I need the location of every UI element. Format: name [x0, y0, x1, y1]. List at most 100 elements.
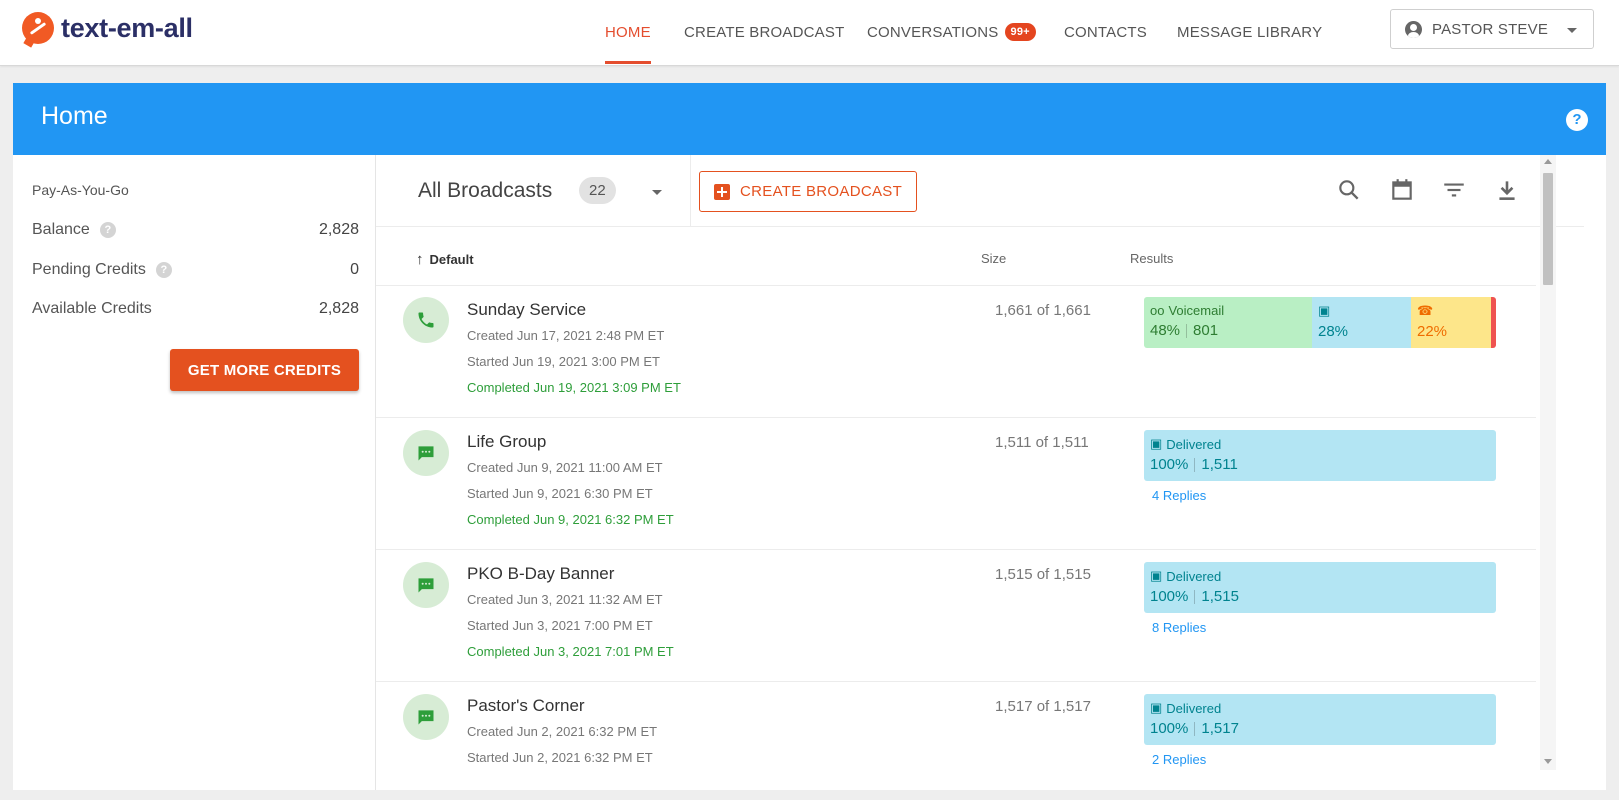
sort-label: Default: [429, 252, 474, 267]
nav-home[interactable]: HOME: [605, 0, 651, 64]
nav-message-library-label: MESSAGE LIBRARY: [1177, 23, 1323, 41]
missed-call-icon: ☎: [1417, 303, 1434, 318]
search-icon[interactable]: [1336, 177, 1362, 203]
broadcast-created: Created Jun 3, 2021 11:32 AM ET: [467, 592, 663, 607]
pending-credits-row: Pending Credits? 0: [32, 261, 359, 279]
message-icon: [403, 562, 449, 608]
broadcast-size: 1,661 of 1,661: [995, 302, 1091, 319]
delivered-segment[interactable]: ▣ Delivered 100% 1,511: [1144, 430, 1496, 481]
replies-link[interactable]: 2 Replies: [1152, 752, 1206, 767]
balance-label: Balance: [32, 221, 90, 238]
voicemail-count: 801: [1193, 322, 1219, 339]
plus-box-icon: [714, 183, 730, 200]
plan-name: Pay-As-You-Go: [32, 182, 129, 198]
delivered-segment[interactable]: ▣ Delivered 100% 1,517: [1144, 694, 1496, 745]
balance-row: Balance? 2,828: [32, 221, 359, 239]
delivered-count: 1,515: [1201, 588, 1239, 605]
broadcast-row[interactable]: Pastor's Corner Created Jun 2, 2021 6:32…: [376, 681, 1536, 790]
message-icon: [403, 430, 449, 476]
replies-link[interactable]: 4 Replies: [1152, 488, 1206, 503]
phone-icon: [403, 297, 449, 343]
contact-card-icon: ▣: [1150, 700, 1163, 715]
broadcast-completed: Completed Jun 19, 2021 3:09 PM ET: [467, 380, 681, 395]
nav-home-label: HOME: [605, 23, 651, 41]
broadcast-row[interactable]: PKO B-Day Banner Created Jun 3, 2021 11:…: [376, 549, 1536, 681]
voicemail-percent: 48%: [1150, 322, 1181, 339]
broadcast-completed: Completed Jun 9, 2021 6:32 PM ET: [467, 512, 674, 527]
create-broadcast-label: CREATE BROADCAST: [740, 183, 903, 200]
results-bar[interactable]: ᴏᴏ Voicemail 48% 801 ▣ 28% ☎ 22%: [1144, 297, 1496, 348]
chevron-down-icon: [652, 190, 662, 195]
broadcast-created: Created Jun 17, 2021 2:48 PM ET: [467, 328, 665, 343]
vertical-scrollbar[interactable]: [1540, 155, 1556, 770]
pending-credits-label: Pending Credits: [32, 261, 146, 278]
nav-conversations[interactable]: CONVERSATIONS 99+: [867, 0, 1036, 64]
contact-card-icon: ▣: [1318, 303, 1331, 318]
get-more-credits-button[interactable]: GET MORE CREDITS: [170, 349, 359, 391]
download-icon[interactable]: [1494, 177, 1520, 203]
broadcast-name[interactable]: Life Group: [467, 432, 546, 452]
broadcast-name[interactable]: Pastor's Corner: [467, 696, 585, 716]
broadcast-count-badge: 22: [579, 177, 616, 204]
calendar-icon[interactable]: [1389, 177, 1415, 203]
broadcast-row[interactable]: Sunday Service Created Jun 17, 2021 2:48…: [376, 285, 1536, 417]
voicemail-icon: ᴏᴏ: [1150, 303, 1165, 318]
results-bar[interactable]: ▣ Delivered 100% 1,517: [1144, 694, 1496, 745]
broadcast-name[interactable]: PKO B-Day Banner: [467, 564, 614, 584]
broadcast-started: Started Jun 2, 2021 6:32 PM ET: [467, 750, 653, 765]
message-icon: [403, 694, 449, 740]
broadcast-size: 1,515 of 1,515: [995, 566, 1091, 583]
filter-icon[interactable]: [1441, 177, 1467, 203]
balance-value: 2,828: [318, 221, 359, 238]
broadcast-completed: Completed Jun 3, 2021 7:01 PM ET: [467, 644, 674, 659]
live-answer-segment[interactable]: ▣ 28%: [1312, 297, 1411, 348]
broadcasts-panel: All Broadcasts 22 CREATE BROADCAST ↑ Def…: [376, 155, 1606, 790]
delivered-segment[interactable]: ▣ Delivered 100% 1,515: [1144, 562, 1496, 613]
broadcast-size: 1,517 of 1,517: [995, 698, 1091, 715]
broadcast-row[interactable]: Life Group Created Jun 9, 2021 11:00 AM …: [376, 417, 1536, 549]
broadcast-started: Started Jun 3, 2021 7:00 PM ET: [467, 618, 653, 633]
broadcast-name[interactable]: Sunday Service: [467, 300, 586, 320]
failed-segment[interactable]: [1491, 297, 1496, 348]
nav-create-broadcast[interactable]: CREATE BROADCAST: [684, 0, 844, 64]
account-circle-icon: [1405, 20, 1422, 38]
user-menu-button[interactable]: PASTOR STEVE: [1390, 9, 1594, 49]
delivered-count: 1,517: [1201, 720, 1239, 737]
broadcast-list-selector[interactable]: All Broadcasts 22: [376, 155, 691, 227]
broadcast-created: Created Jun 9, 2021 11:00 AM ET: [467, 460, 663, 475]
replies-link[interactable]: 8 Replies: [1152, 620, 1206, 635]
broadcast-started: Started Jun 9, 2021 6:30 PM ET: [467, 486, 653, 501]
nav-contacts-label: CONTACTS: [1064, 23, 1147, 41]
delivered-label: Delivered: [1166, 700, 1222, 716]
help-icon[interactable]: ?: [1566, 109, 1588, 131]
delivered-percent: 100%: [1150, 588, 1189, 605]
no-answer-percent: 22%: [1417, 323, 1448, 340]
sort-column-header[interactable]: ↑ Default: [416, 251, 474, 268]
broadcast-size: 1,511 of 1,511: [995, 434, 1089, 451]
scrollbar-thumb[interactable]: [1543, 173, 1553, 285]
contact-card-icon: ▣: [1150, 568, 1163, 583]
voicemail-segment[interactable]: ᴏᴏ Voicemail 48% 801: [1144, 297, 1312, 348]
delivered-percent: 100%: [1150, 456, 1189, 473]
delivered-label: Delivered: [1166, 436, 1222, 452]
chevron-down-icon: [1567, 28, 1577, 33]
brand-logo[interactable]: text-em-all: [22, 12, 193, 48]
help-icon[interactable]: ?: [99, 222, 116, 238]
broadcasts-toolbar: All Broadcasts 22 CREATE BROADCAST: [376, 155, 1584, 227]
nav-message-library[interactable]: MESSAGE LIBRARY: [1177, 0, 1322, 64]
logo-icon: [22, 12, 54, 48]
available-credits-label: Available Credits: [32, 300, 152, 317]
scroll-up-arrow-icon[interactable]: [1544, 159, 1552, 164]
arrow-up-icon: ↑: [416, 251, 424, 268]
help-icon[interactable]: ?: [155, 262, 172, 278]
results-bar[interactable]: ▣ Delivered 100% 1,515: [1144, 562, 1496, 613]
delivered-percent: 100%: [1150, 720, 1189, 737]
broadcast-created: Created Jun 2, 2021 6:32 PM ET: [467, 724, 658, 739]
contact-card-icon: ▣: [1150, 436, 1163, 451]
no-answer-segment[interactable]: ☎ 22%: [1411, 297, 1491, 348]
scroll-down-arrow-icon[interactable]: [1544, 759, 1552, 764]
results-bar[interactable]: ▣ Delivered 100% 1,511: [1144, 430, 1496, 481]
nav-contacts[interactable]: CONTACTS: [1064, 0, 1147, 64]
size-column-header: Size: [981, 251, 1007, 266]
create-broadcast-button[interactable]: CREATE BROADCAST: [699, 171, 917, 212]
